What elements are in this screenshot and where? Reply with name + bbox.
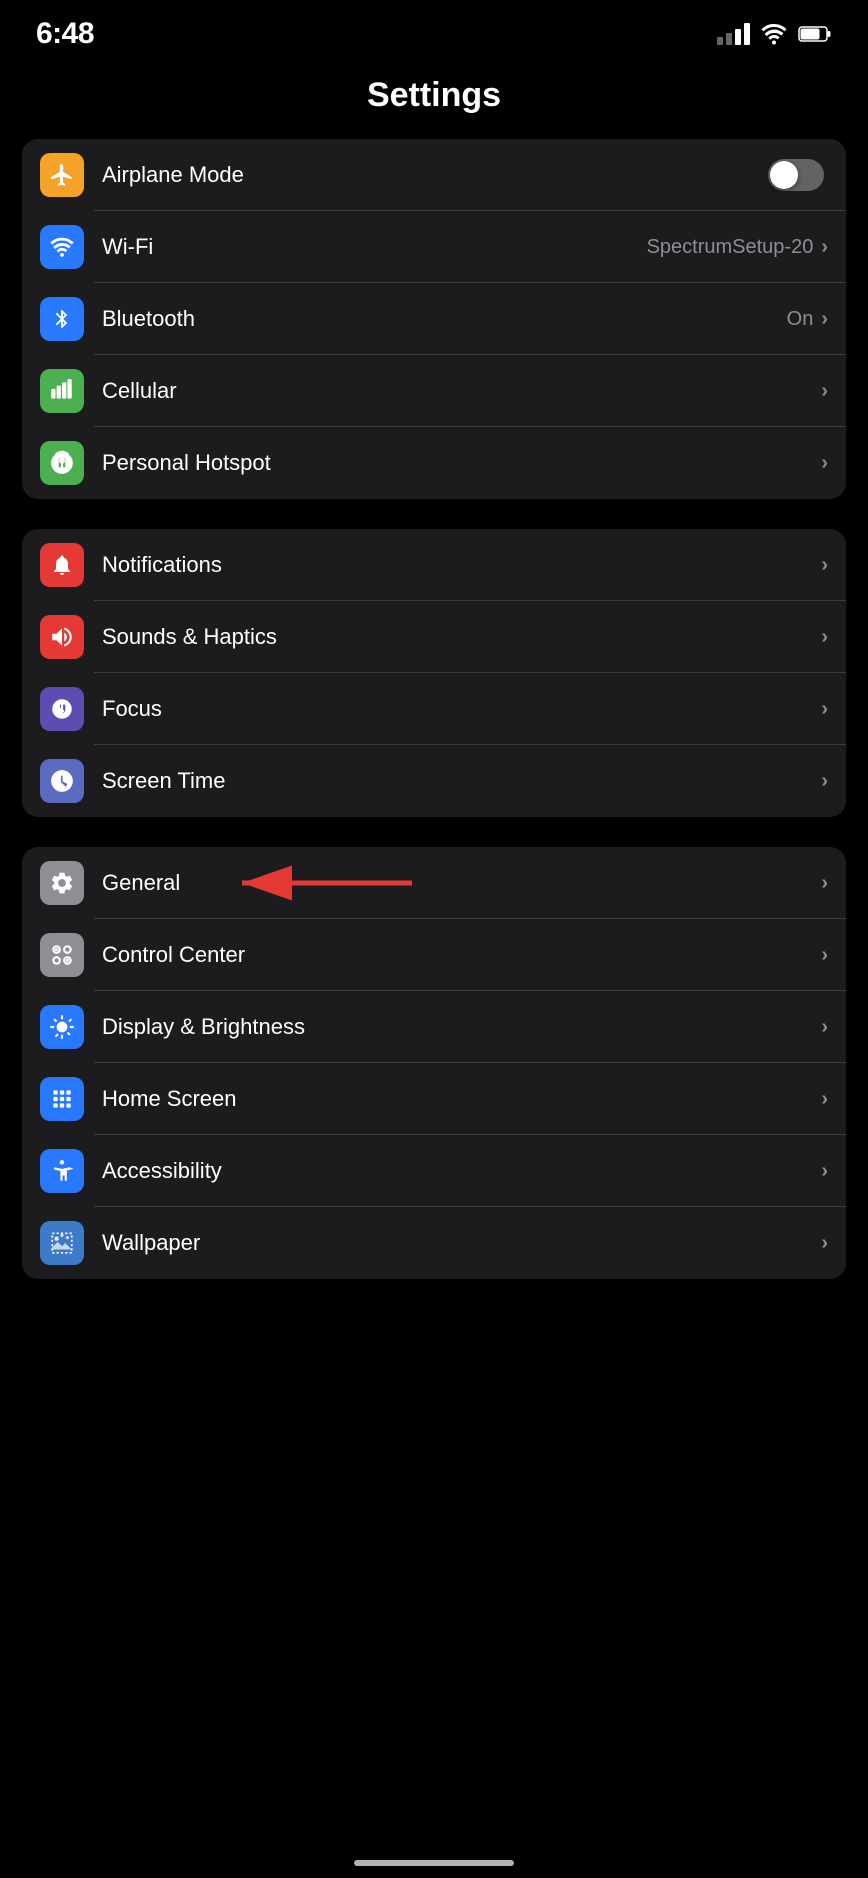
status-time: 6:48 [36,17,94,51]
wifi-chevron: › [821,236,828,259]
display-brightness-row[interactable]: Display & Brightness › [22,991,846,1063]
sounds-icon [40,615,84,659]
focus-row[interactable]: Focus › [22,673,846,745]
display-icon [40,1005,84,1049]
hotspot-chevron: › [821,452,828,475]
home-screen-chevron: › [821,1088,828,1111]
accessibility-row[interactable]: Accessibility › [22,1135,846,1207]
control-center-icon [40,933,84,977]
wallpaper-chevron: › [821,1232,828,1255]
bluetooth-icon [40,297,84,341]
airplane-mode-toggle[interactable] [768,159,824,191]
general-row[interactable]: General › [22,847,846,919]
wifi-value: SpectrumSetup-20 [647,236,814,259]
wallpaper-row[interactable]: Wallpaper › [22,1207,846,1279]
wifi-status-icon [760,23,788,45]
personal-hotspot-row[interactable]: Personal Hotspot › [22,427,846,499]
airplane-mode-row[interactable]: Airplane Mode [22,139,846,211]
display-brightness-label: Display & Brightness [102,1014,821,1040]
system-group: General › [22,847,846,1279]
cellular-row[interactable]: Cellular › [22,355,846,427]
cellular-label: Cellular [102,378,821,404]
cellular-icon [40,369,84,413]
bluetooth-chevron: › [821,308,828,331]
accessibility-icon [40,1149,84,1193]
notifications-row[interactable]: Notifications › [22,529,846,601]
sounds-label: Sounds & Haptics [102,624,821,650]
signal-icon [717,23,750,45]
status-bar: 6:48 [0,0,868,60]
home-screen-label: Home Screen [102,1086,821,1112]
status-icons [717,23,832,45]
display-brightness-chevron: › [821,1016,828,1039]
general-chevron: › [821,872,828,895]
screentime-icon [40,759,84,803]
focus-icon [40,687,84,731]
wifi-row[interactable]: Wi-Fi SpectrumSetup-20 › [22,211,846,283]
control-center-label: Control Center [102,942,821,968]
general-icon [40,861,84,905]
bluetooth-row[interactable]: Bluetooth On › [22,283,846,355]
focus-label: Focus [102,696,821,722]
wallpaper-label: Wallpaper [102,1230,821,1256]
notifications-group: Notifications › Sounds & Haptics › [22,529,846,817]
airplane-mode-icon [40,153,84,197]
cellular-chevron: › [821,380,828,403]
focus-chevron: › [821,698,828,721]
hotspot-label: Personal Hotspot [102,450,821,476]
general-label: General [102,870,821,896]
notifications-icon [40,543,84,587]
bluetooth-value: On [787,308,814,331]
wifi-icon [40,225,84,269]
hotspot-icon [40,441,84,485]
battery-icon [798,25,832,43]
home-screen-icon [40,1077,84,1121]
sounds-haptics-row[interactable]: Sounds & Haptics › [22,601,846,673]
notifications-chevron: › [821,554,828,577]
control-center-row[interactable]: Control Center › [22,919,846,991]
accessibility-label: Accessibility [102,1158,821,1184]
sounds-chevron: › [821,626,828,649]
home-indicator [354,1860,514,1866]
settings-container: Airplane Mode Wi-Fi SpectrumSetup-20 › [0,139,868,1279]
bluetooth-label: Bluetooth [102,306,787,332]
wifi-label: Wi-Fi [102,234,647,260]
screentime-label: Screen Time [102,768,821,794]
page-title: Settings [0,60,868,139]
control-center-chevron: › [821,944,828,967]
connectivity-group: Airplane Mode Wi-Fi SpectrumSetup-20 › [22,139,846,499]
screen-time-row[interactable]: Screen Time › [22,745,846,817]
home-screen-row[interactable]: Home Screen › [22,1063,846,1135]
screentime-chevron: › [821,770,828,793]
airplane-mode-label: Airplane Mode [102,162,768,188]
accessibility-chevron: › [821,1160,828,1183]
notifications-label: Notifications [102,552,821,578]
wallpaper-icon [40,1221,84,1265]
